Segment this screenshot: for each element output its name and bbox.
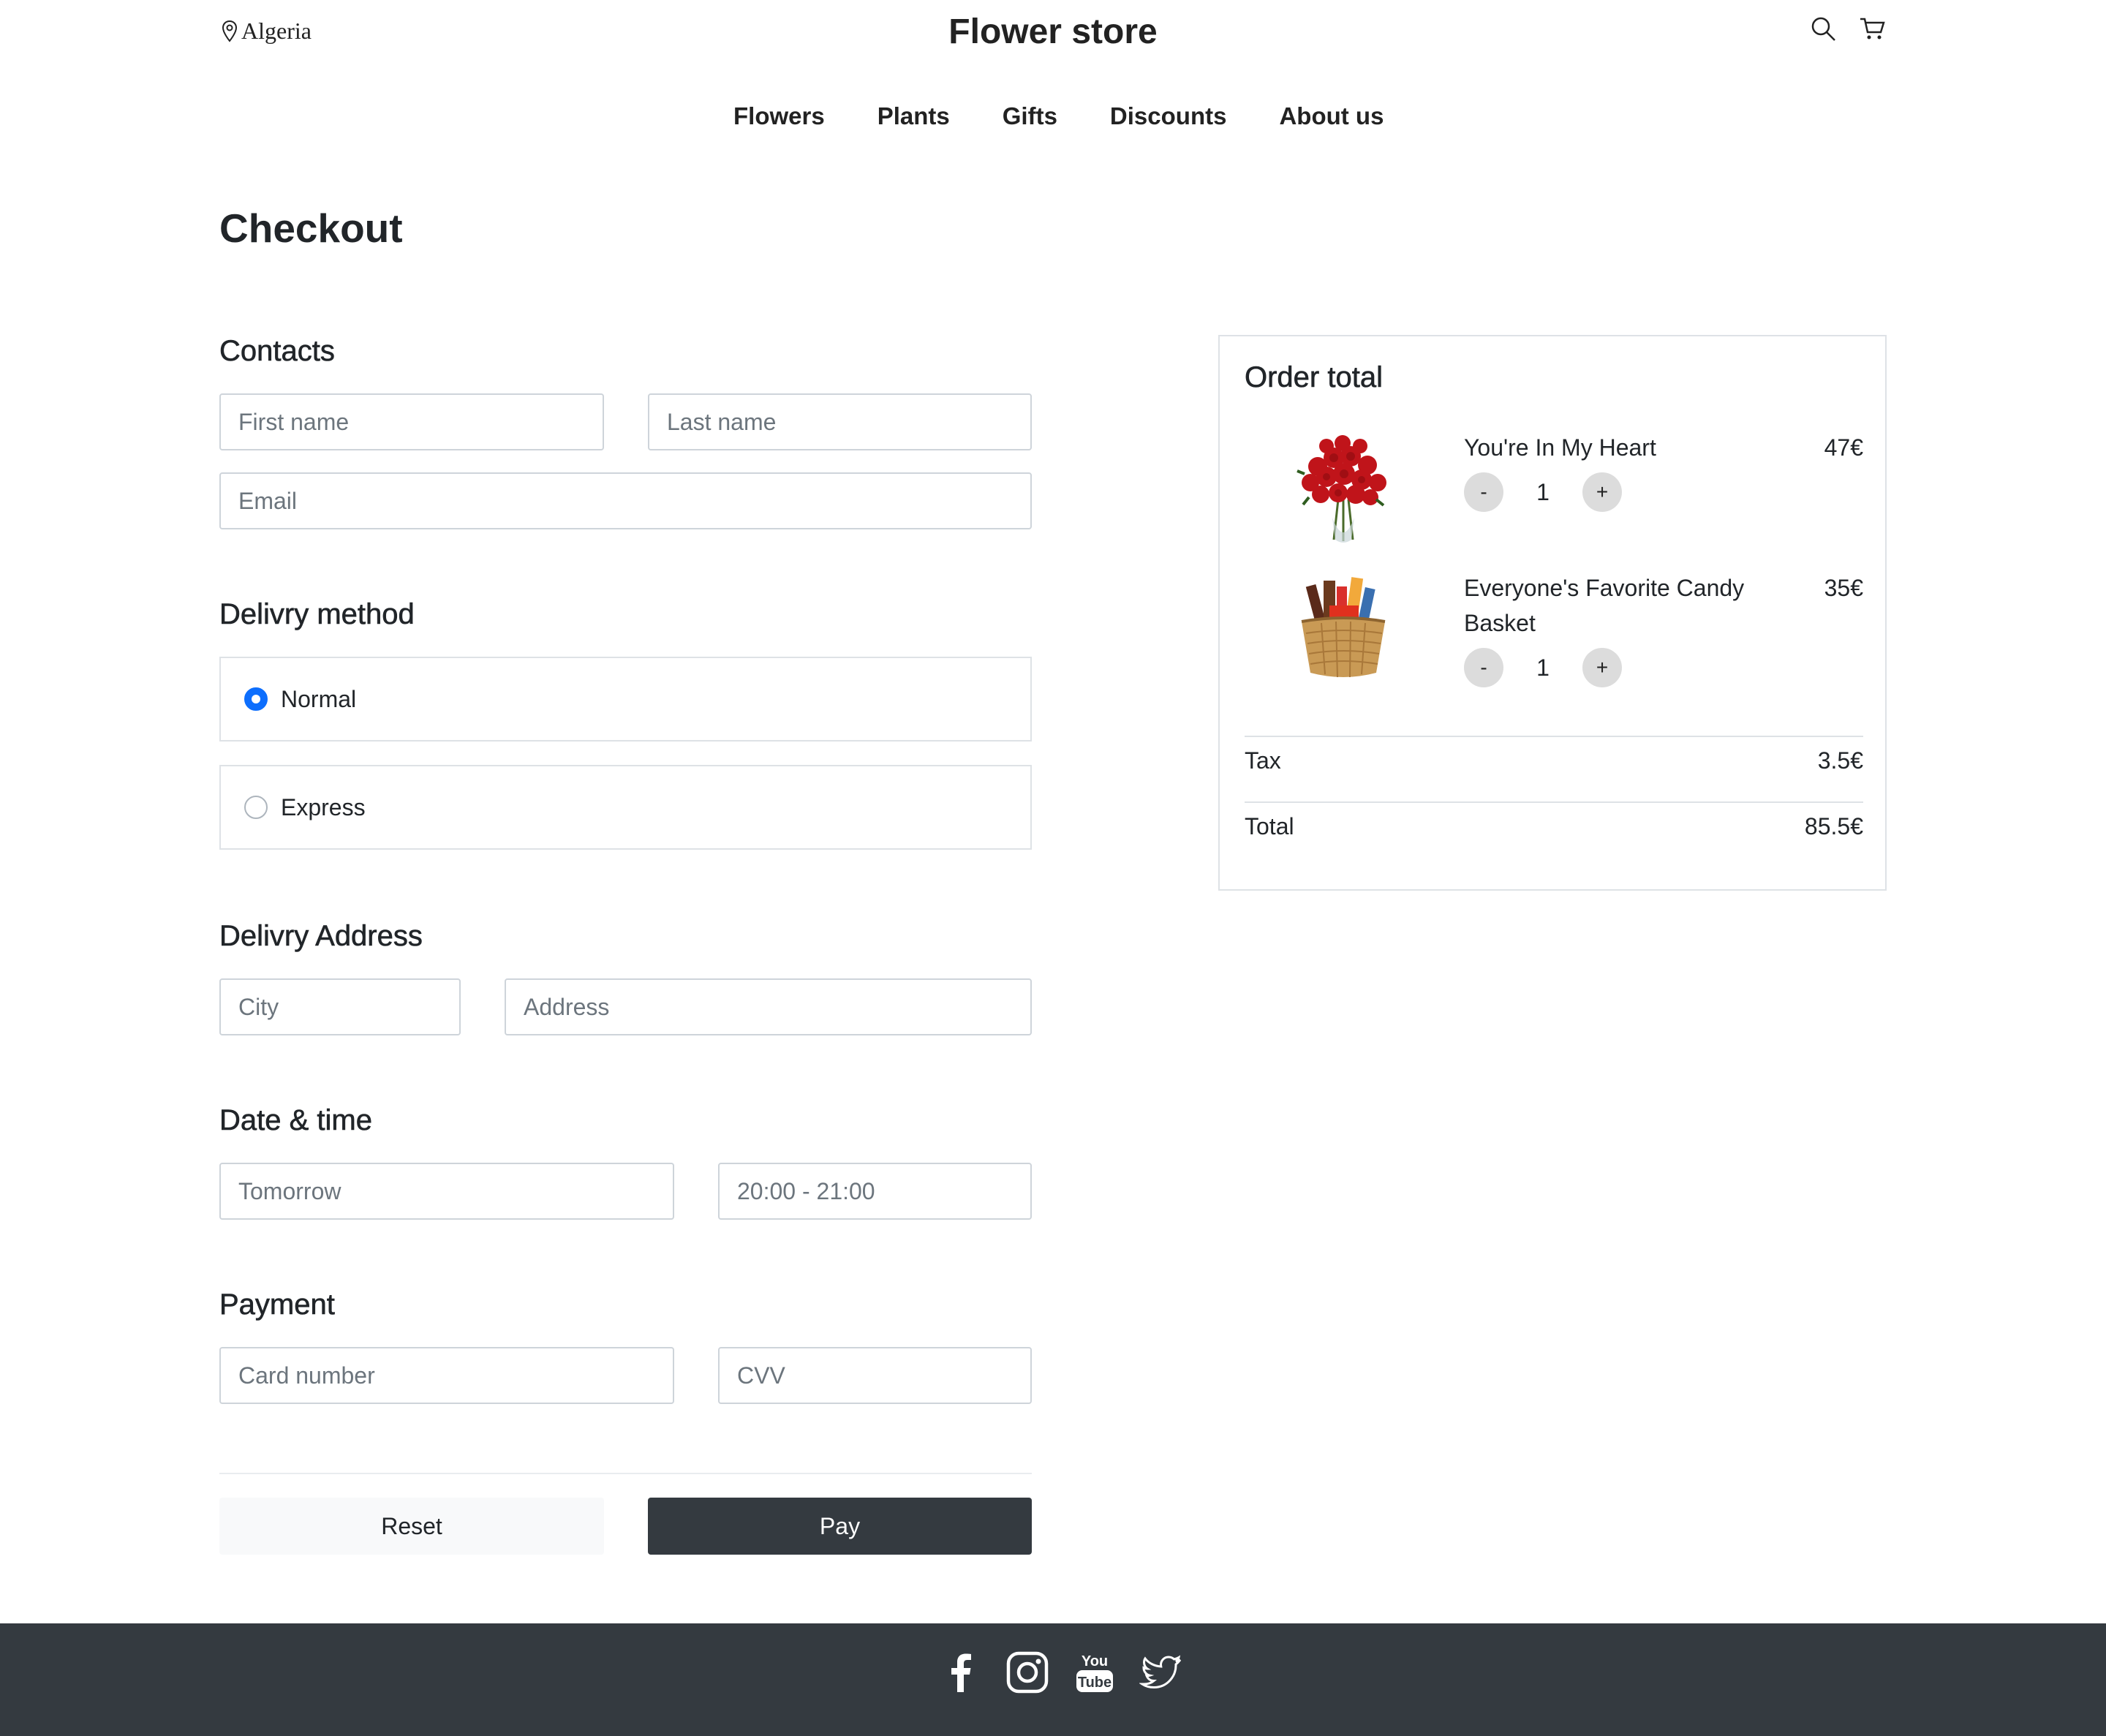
brand-title[interactable]: Flower store xyxy=(0,12,2106,52)
increase-quantity-button[interactable]: + xyxy=(1582,472,1622,512)
last-name-input[interactable] xyxy=(648,393,1032,450)
delivery-option-normal[interactable]: Normal xyxy=(219,657,1032,741)
youtube-icon[interactable]: You Tube xyxy=(1072,1650,1117,1695)
radio-express[interactable] xyxy=(244,796,268,819)
quantity-stepper: - 1 + xyxy=(1464,648,1622,687)
payment-title: Payment xyxy=(219,1288,335,1321)
red-roses-bouquet-image xyxy=(1297,435,1386,543)
delivery-option-express[interactable]: Express xyxy=(219,765,1032,850)
nav-about-us[interactable]: About us xyxy=(1279,102,1384,130)
nav-plants[interactable]: Plants xyxy=(878,102,950,130)
search-icon[interactable] xyxy=(1809,15,1837,42)
summary-divider xyxy=(1245,801,1863,803)
nav-discounts[interactable]: Discounts xyxy=(1110,102,1227,130)
first-name-input[interactable] xyxy=(219,393,604,450)
item-price: 47€ xyxy=(1824,434,1863,461)
decrease-quantity-button[interactable]: - xyxy=(1464,472,1503,512)
order-item: Everyone's Favorite Candy Basket 35€ - 1… xyxy=(1245,570,1863,702)
tax-label: Tax xyxy=(1245,747,1281,774)
item-name: You're In My Heart xyxy=(1464,434,1656,461)
total-value: 85.5€ xyxy=(1804,813,1863,839)
instagram-icon[interactable] xyxy=(1005,1650,1050,1695)
delivery-option-label: Normal xyxy=(281,685,357,712)
radio-normal[interactable] xyxy=(244,687,268,711)
tax-value: 3.5€ xyxy=(1817,747,1863,774)
order-summary-card: Order total You're In My Heart 47€ - 1 +… xyxy=(1218,335,1887,891)
total-label: Total xyxy=(1245,813,1294,839)
quantity-stepper: - 1 + xyxy=(1464,472,1622,512)
date-time-title: Date & time xyxy=(219,1104,373,1137)
delivery-method-title: Delivry method xyxy=(219,598,415,631)
reset-button[interactable]: Reset xyxy=(219,1498,604,1555)
delivery-address-title: Delivry Address xyxy=(219,920,423,953)
twitter-icon[interactable] xyxy=(1139,1650,1185,1695)
decrease-quantity-button[interactable]: - xyxy=(1464,648,1503,687)
candy-basket-image xyxy=(1301,577,1386,678)
nav-gifts[interactable]: Gifts xyxy=(1003,102,1057,130)
youtube-you-text: You xyxy=(1082,1653,1108,1669)
card-number-input[interactable] xyxy=(219,1347,674,1404)
order-item: You're In My Heart 47€ - 1 + xyxy=(1245,430,1863,554)
cvv-input[interactable] xyxy=(718,1347,1032,1404)
address-input[interactable] xyxy=(505,978,1032,1035)
quantity-value: 1 xyxy=(1536,478,1550,505)
contacts-title: Contacts xyxy=(219,335,335,368)
form-divider xyxy=(219,1473,1032,1474)
nav-flowers[interactable]: Flowers xyxy=(733,102,825,130)
tax-row: Tax 3.5€ xyxy=(1245,747,1863,774)
item-name: Everyone's Favorite Candy Basket xyxy=(1464,575,1745,636)
summary-divider xyxy=(1245,736,1863,737)
time-input[interactable] xyxy=(718,1163,1032,1220)
main-nav: Flowers Plants Gifts Discounts About us xyxy=(733,102,1384,130)
quantity-value: 1 xyxy=(1536,654,1550,681)
youtube-tube-text: Tube xyxy=(1078,1675,1112,1691)
page-title: Checkout xyxy=(219,205,403,251)
item-price: 35€ xyxy=(1824,575,1863,601)
date-input[interactable] xyxy=(219,1163,674,1220)
delivery-option-label: Express xyxy=(281,793,366,820)
email-input[interactable] xyxy=(219,472,1032,529)
cart-icon[interactable] xyxy=(1859,15,1887,42)
order-total-title: Order total xyxy=(1245,361,1384,394)
facebook-icon[interactable] xyxy=(937,1650,983,1695)
city-input[interactable] xyxy=(219,978,461,1035)
total-row: Total 85.5€ xyxy=(1245,813,1863,840)
social-links: You Tube xyxy=(937,1650,1185,1695)
pay-button[interactable]: Pay xyxy=(648,1498,1032,1555)
increase-quantity-button[interactable]: + xyxy=(1582,648,1622,687)
